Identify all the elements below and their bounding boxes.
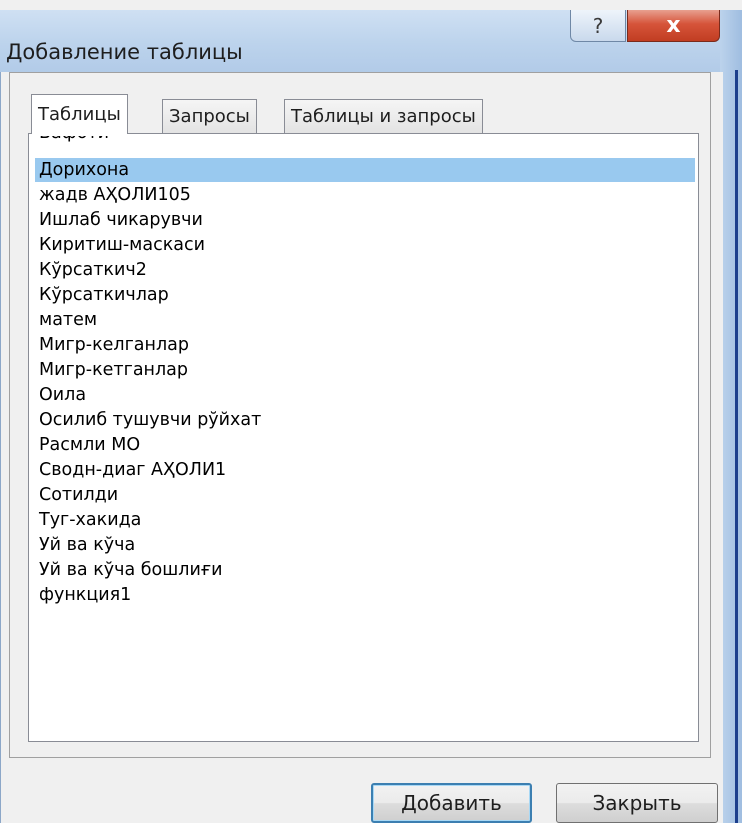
list-item[interactable]: Вафоти: [35, 136, 695, 145]
list-item[interactable]: Туг-хакида: [35, 508, 695, 532]
tab-tables-label: Таблицы: [38, 104, 121, 125]
tab-tables-and-queries[interactable]: Таблицы и запросы: [284, 99, 483, 133]
list-item[interactable]: функция1: [35, 583, 695, 607]
window-frame-edge: [720, 10, 742, 823]
list-item[interactable]: Ишлаб чикарувчи: [35, 208, 695, 232]
list-item[interactable]: Сводн-диаг АҲОЛИ1: [35, 458, 695, 482]
close-button[interactable]: Закрыть: [556, 783, 718, 823]
list-item[interactable]: Киритиш-маскаси: [35, 233, 695, 257]
list-item[interactable]: Расмли МО: [35, 433, 695, 457]
add-button-label: Добавить: [401, 791, 502, 815]
add-table-dialog: Добавление таблицы ? x Таблицы Запросы Т…: [0, 0, 742, 823]
list-item[interactable]: Мигр-кетганлар: [35, 358, 695, 382]
list-item-selected[interactable]: Дорихона: [35, 158, 695, 182]
close-window-button[interactable]: x: [627, 10, 720, 42]
list-item[interactable]: Сотилди: [35, 483, 695, 507]
tab-queries-label: Запросы: [169, 106, 250, 127]
list-item[interactable]: Кўрсаткичлар: [35, 283, 695, 307]
list-item[interactable]: Уй ва кўча бошлиғи: [35, 558, 695, 582]
list-item[interactable]: Уй ва кўча: [35, 533, 695, 557]
list-item[interactable]: Осилиб тушувчи рўйхат: [35, 408, 695, 432]
help-icon: ?: [592, 13, 604, 38]
tab-queries[interactable]: Запросы: [162, 99, 257, 133]
tab-tables-and-queries-label: Таблицы и запросы: [291, 106, 476, 127]
window-title: Добавление таблицы: [6, 40, 243, 64]
list-item[interactable]: Оила: [35, 383, 695, 407]
tab-tables[interactable]: Таблицы: [31, 94, 128, 134]
list-item[interactable]: Кўрсаткич2: [35, 258, 695, 282]
help-button[interactable]: ?: [570, 10, 626, 42]
add-button[interactable]: Добавить: [371, 783, 532, 823]
list-item[interactable]: Мигр-келганлар: [35, 333, 695, 357]
window-frame-line: [735, 70, 738, 823]
close-icon: x: [666, 13, 681, 38]
list-item[interactable]: жадв АҲОЛИ105: [35, 183, 695, 207]
close-button-label: Закрыть: [592, 791, 682, 815]
table-list[interactable]: Вафоти Дорихона жадв АҲОЛИ105 Ишлаб чика…: [31, 136, 695, 736]
list-item[interactable]: матем: [35, 308, 695, 332]
